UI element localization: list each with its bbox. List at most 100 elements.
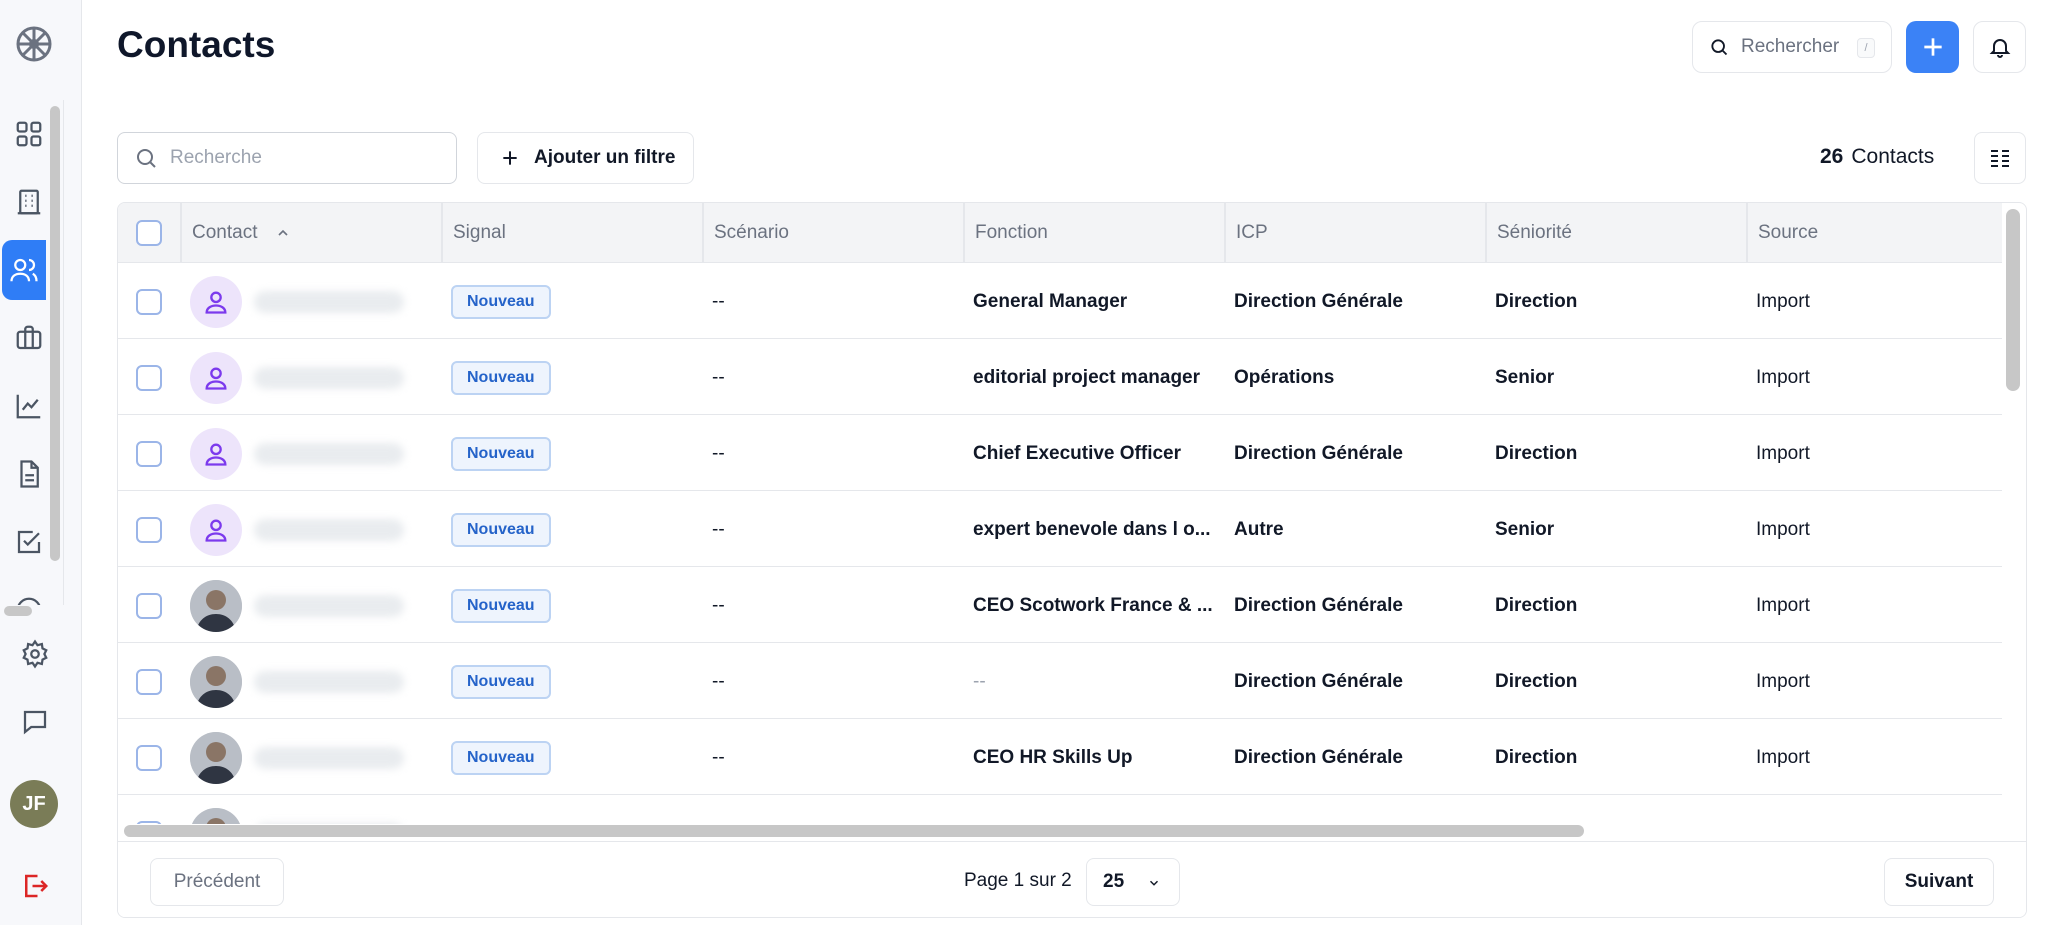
seniorite-value: Direction [1495, 290, 1578, 312]
global-search[interactable]: Rechercher / [1692, 21, 1892, 73]
contact-cell[interactable] [190, 568, 440, 643]
columns-toggle-button[interactable] [1974, 132, 2026, 184]
plus-icon [1923, 38, 1942, 56]
sidebar-scrollbar-vertical[interactable] [50, 106, 60, 561]
source-value: Import [1756, 670, 1810, 692]
grid-icon [16, 121, 42, 147]
contact-cell[interactable] [190, 264, 440, 339]
column-header-contact[interactable]: Contact [180, 203, 441, 263]
notifications-button[interactable] [1973, 21, 2026, 73]
fonction-cell: CEO Scotwork France & ... [973, 568, 1213, 643]
contact-cell[interactable] [190, 720, 440, 795]
column-header-signal[interactable]: Signal [441, 203, 702, 263]
table-row[interactable]: Nouveau -- General Manager Direction Généra… [118, 264, 2002, 339]
user-icon [205, 291, 227, 314]
contact-cell[interactable] [190, 416, 440, 491]
table-row[interactable]: Nouveau -- CEO HR Skills Up Direction Génér… [118, 720, 2002, 795]
add-filter-button[interactable]: Ajouter un filtre [477, 132, 694, 184]
plus-icon [503, 151, 517, 165]
row-select-cell [136, 568, 162, 643]
document-icon [20, 460, 39, 488]
signal-cell: Nouveau [451, 340, 691, 415]
page-info: Page 1 sur 2 [964, 870, 1072, 891]
source-cell: Import [1756, 568, 1996, 643]
sidebar-scrollbar-horizontal[interactable] [4, 606, 32, 616]
chevron-down-icon [1149, 880, 1159, 886]
icp-cell: Direction Générale [1234, 416, 1474, 491]
icp-cell: Opérations [1234, 340, 1474, 415]
contact-name-redacted [254, 822, 404, 824]
column-header-label: Fonction [975, 222, 1048, 243]
column-header-source[interactable]: Source [1746, 203, 2002, 263]
icp-value: Direction Générale [1234, 290, 1403, 312]
row-select-cell [136, 644, 162, 719]
table-scrollbar-vertical[interactable] [2006, 209, 2020, 391]
signal-badge: Nouveau [451, 588, 551, 623]
person-photo-icon [190, 655, 242, 708]
user-icon [205, 367, 227, 390]
contact-cell[interactable] [190, 492, 440, 567]
column-header-scenario[interactable]: Scénario [702, 203, 963, 263]
fonction-cell: CEO HR Skills Up [973, 720, 1213, 795]
signal-cell: Nouveau [451, 416, 691, 491]
logout-button[interactable] [0, 858, 70, 914]
row-checkbox[interactable] [136, 668, 162, 695]
table-row[interactable]: Nouveau -- expert benevole dans l o... Autr… [118, 492, 2002, 567]
user-icon [205, 519, 227, 542]
table-row[interactable]: Nouveau -- CEO Scotwork France & ... Direct… [118, 568, 2002, 643]
fonction-cell [973, 796, 1213, 824]
contact-search [117, 132, 457, 184]
fonction-value: General Manager [973, 290, 1128, 312]
table-row[interactable] [118, 796, 2002, 824]
table-row[interactable]: Nouveau -- -- Direction Générale Direction Im… [118, 644, 2002, 719]
seniorite-value: Direction [1495, 670, 1578, 692]
source-cell: Import [1756, 340, 1996, 415]
page-size-select[interactable]: 25 [1086, 858, 1180, 906]
page-size-value: 25 [1103, 871, 1125, 892]
icp-value: Opérations [1234, 366, 1335, 388]
sidebar-item-more[interactable] [0, 580, 58, 605]
scenario-value: -- [712, 594, 725, 616]
table-scrollbar-horizontal[interactable] [124, 825, 1584, 837]
column-header-seniorite[interactable]: Séniorité [1485, 203, 1746, 263]
table-row[interactable]: Nouveau -- Chief Executive Officer Directio… [118, 416, 2002, 491]
signal-badge: Nouveau [451, 664, 551, 699]
signal-badge: Nouveau [451, 360, 551, 395]
sidebar-item-contacts[interactable] [2, 240, 46, 300]
select-all-cell [130, 203, 180, 263]
column-header-label: Scénario [714, 222, 789, 243]
fonction-cell: Chief Executive Officer [973, 416, 1213, 491]
select-all-checkbox[interactable] [136, 220, 162, 246]
contact-cell[interactable] [190, 644, 440, 719]
checkbox-icon [17, 530, 41, 554]
row-select-cell [136, 264, 162, 339]
row-checkbox[interactable] [136, 820, 162, 824]
row-checkbox[interactable] [136, 744, 162, 771]
column-header-fonction[interactable]: Fonction [963, 203, 1224, 263]
column-header-icp[interactable]: ICP [1224, 203, 1485, 263]
row-checkbox[interactable] [136, 592, 162, 619]
next-page-button[interactable]: Suivant [1884, 858, 1994, 906]
person-photo-icon [190, 731, 242, 784]
scenario-value: -- [712, 442, 725, 464]
logo-icon[interactable] [14, 24, 54, 64]
sidebar-item-messages[interactable] [0, 694, 70, 750]
contact-cell[interactable] [190, 796, 440, 824]
fonction-cell: -- [973, 644, 1213, 719]
row-checkbox[interactable] [136, 288, 162, 315]
sidebar-item-settings[interactable] [0, 626, 70, 682]
row-checkbox[interactable] [136, 440, 162, 467]
user-avatar[interactable]: JF [10, 780, 58, 828]
contact-search-input[interactable] [170, 147, 430, 169]
contact-count-value: 26 [1820, 145, 1844, 168]
icp-cell [1234, 796, 1474, 824]
row-checkbox[interactable] [136, 364, 162, 391]
table-row[interactable]: Nouveau -- editorial project manager Opérat… [118, 340, 2002, 415]
column-header-label: ICP [1236, 222, 1268, 243]
contact-cell[interactable] [190, 340, 440, 415]
previous-page-button[interactable]: Précédent [150, 858, 284, 906]
row-checkbox[interactable] [136, 516, 162, 543]
add-contact-button[interactable] [1906, 21, 1959, 73]
chat-icon [23, 710, 47, 735]
briefcase-icon [16, 325, 42, 350]
